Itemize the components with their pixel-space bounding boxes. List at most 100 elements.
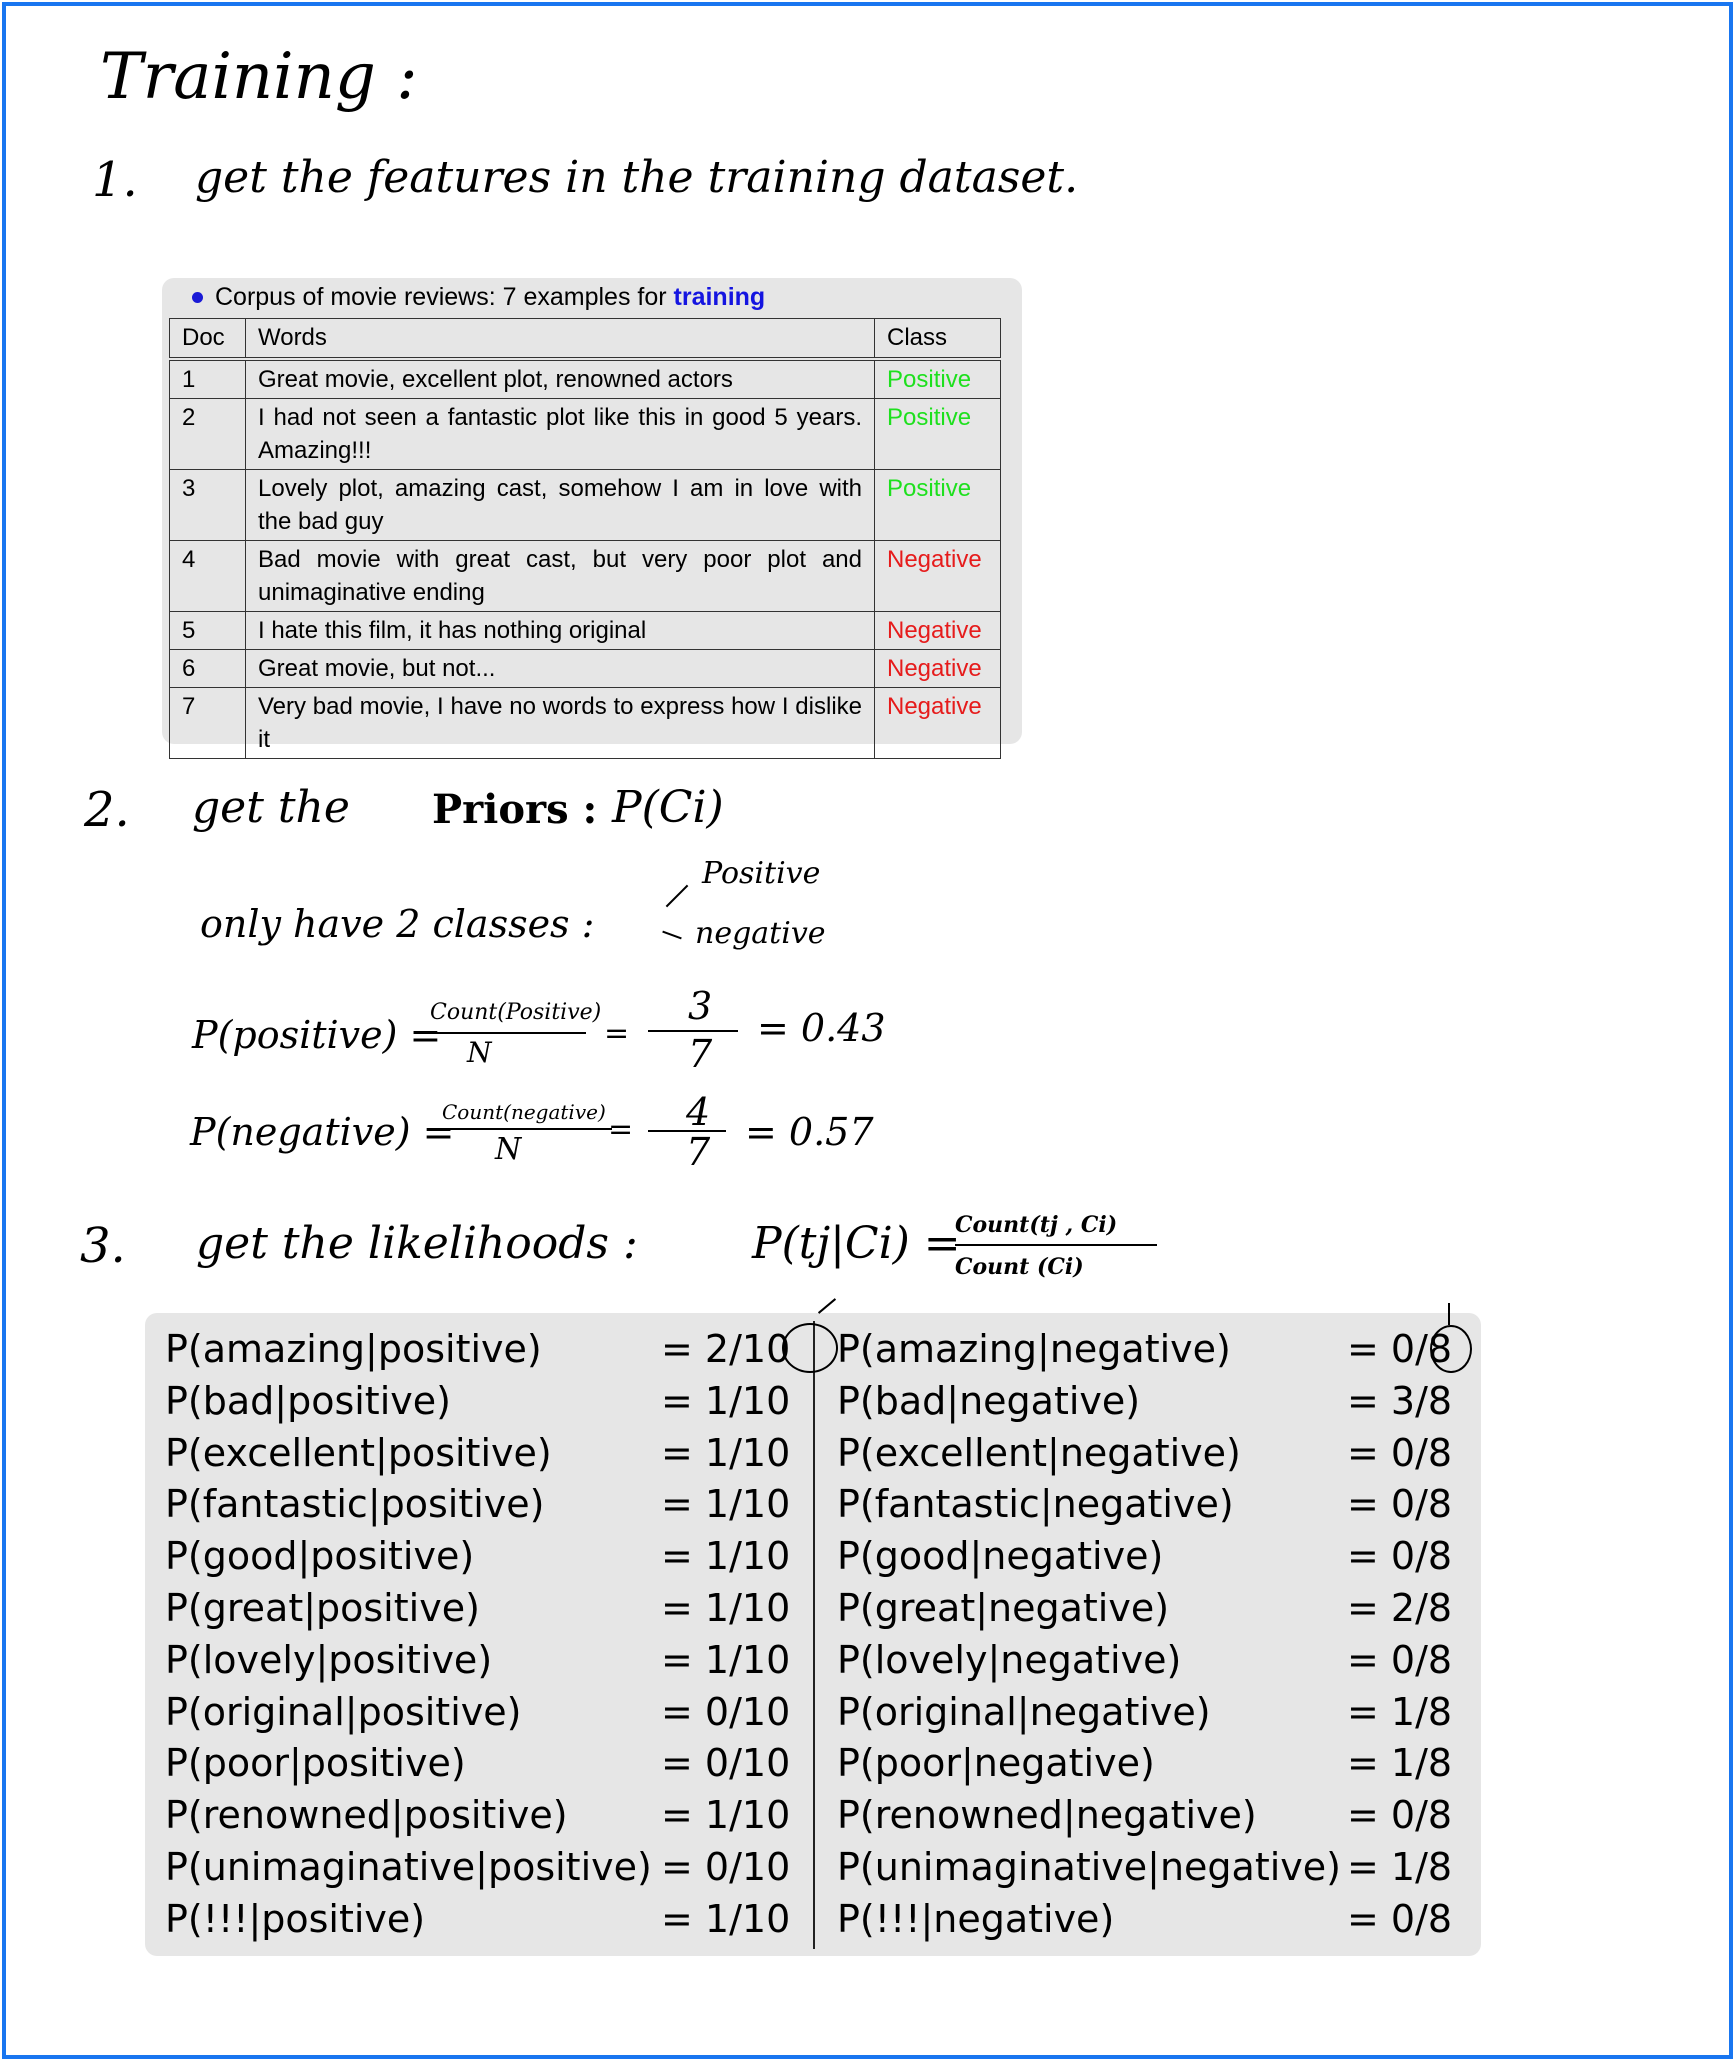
header-words: Words — [245, 318, 875, 360]
p-negative-frac-num: 4 — [686, 1090, 711, 1134]
table-row: 2I had not seen a fantastic plot like th… — [169, 398, 1001, 470]
page-title: Training : — [100, 40, 418, 114]
table-row: 1 Great movie, excellent plot, renowned a… — [169, 357, 1001, 399]
class-negative: negative — [695, 916, 826, 951]
step2-bold: Priors : — [432, 786, 598, 833]
doc-cell: 6 — [169, 649, 246, 688]
p-negative-result: = 0.57 — [745, 1110, 874, 1154]
likelihood-value-positive: = 1/10 — [661, 1637, 791, 1682]
class-cell: Negative — [874, 540, 1001, 612]
corpus-caption: Corpus of movie reviews: 7 examples for … — [192, 278, 765, 316]
likelihood-value-positive: = 2/10 — [661, 1327, 791, 1371]
words-cell: Bad movie with great cast, but very poor… — [245, 540, 875, 612]
step3-fraction-bar — [955, 1244, 1157, 1246]
p-positive-eq: = — [604, 1016, 630, 1051]
likelihood-term-positive: P(!!!|positive) — [165, 1896, 426, 1941]
likelihood-value-positive: = 1/10 — [661, 1378, 791, 1423]
class-cell: Positive — [874, 398, 1001, 470]
likelihood-value-positive: = 1/10 — [661, 1534, 791, 1579]
class-cell: Positive — [874, 357, 1001, 399]
p-positive-lhs: P(positive) = — [192, 1013, 442, 1057]
words-cell: I hate this film, it has nothing origina… — [245, 611, 875, 650]
words-cell: Lovely plot, amazing cast, somehow I am … — [245, 469, 875, 541]
likelihood-value-negative: = 0/8 — [1347, 1896, 1453, 1941]
likelihood-value-positive: = 0/10 — [661, 1741, 791, 1786]
step2-text: get the — [192, 782, 350, 833]
likelihood-term-negative: P(great|negative) — [837, 1586, 1170, 1630]
likelihood-term-positive: P(good|positive) — [165, 1534, 475, 1579]
likelihood-term-positive: P(great|positive) — [165, 1586, 480, 1630]
words-cell: Great movie, excellent plot, renowned ac… — [245, 357, 875, 399]
likelihood-value-positive: = 1/10 — [661, 1482, 791, 1527]
circle-annotation-10 — [782, 1323, 838, 1373]
step2-number: 2. — [84, 782, 130, 838]
table-row: 7 Very bad movie, I have no words to expr… — [169, 687, 1001, 759]
likelihood-value-positive: = 1/10 — [661, 1430, 791, 1475]
step3-number: 3. — [80, 1218, 126, 1274]
likelihood-term-negative: P(lovely|negative) — [837, 1637, 1182, 1682]
class-cell: Negative — [874, 687, 1001, 759]
likelihood-value-negative: = 0/8 — [1347, 1793, 1453, 1838]
likelihood-value-negative: = 0/8 — [1347, 1637, 1453, 1682]
corpus-box: Corpus of movie reviews: 7 examples for … — [162, 278, 1022, 759]
words-cell: Great movie, but not... — [245, 649, 875, 688]
table-row: 6 Great movie, but not... Negative — [169, 649, 1001, 688]
likelihood-term-positive: P(excellent|positive) — [165, 1430, 552, 1475]
likelihood-term-negative: P(poor|negative) — [837, 1741, 1155, 1786]
likelihood-value-negative: = 1/8 — [1347, 1741, 1453, 1786]
doc-cell: 1 — [169, 357, 246, 399]
likelihood-term-positive: P(poor|positive) — [165, 1741, 466, 1786]
p-negative-n: N — [495, 1132, 522, 1167]
header-doc: Doc — [169, 318, 246, 360]
annotation-tick-right — [1448, 1303, 1450, 1325]
likelihood-term-negative: P(amazing|negative) — [837, 1327, 1231, 1371]
likelihood-term-positive: P(fantastic|positive) — [165, 1482, 545, 1527]
likelihood-value-positive: = 0/10 — [661, 1845, 791, 1889]
likelihood-term-positive: P(bad|positive) — [165, 1378, 451, 1423]
likelihood-value-positive: = 1/10 — [661, 1586, 791, 1630]
p-negative-frac-den: 7 — [686, 1130, 711, 1174]
circle-annotation-8 — [1430, 1325, 1472, 1373]
p-positive-result: = 0.43 — [757, 1006, 886, 1050]
classes-text: only have 2 classes : — [200, 902, 595, 946]
p-negative-fraction-bar — [440, 1128, 612, 1130]
step2-formula: P(Ci) — [612, 782, 724, 833]
likelihood-term-negative: P(good|negative) — [837, 1534, 1164, 1579]
p-positive-frac-den: 7 — [688, 1032, 713, 1076]
likelihood-term-negative: P(fantastic|negative) — [837, 1482, 1234, 1527]
table-row: 4 Bad movie with great cast, but very poo… — [169, 540, 1001, 612]
likelihood-term-negative: P(excellent|negative) — [837, 1430, 1241, 1475]
likelihood-value-negative: = 2/8 — [1347, 1586, 1453, 1630]
step3-formula-num: Count(tj , Ci) — [955, 1212, 1118, 1238]
likelihood-term-negative: P(original|negative) — [837, 1689, 1211, 1734]
step3-formula-lhs: P(tj|Ci) = — [752, 1218, 961, 1269]
p-positive-n: N — [467, 1036, 492, 1069]
corpus-table: Doc Words Class 1 Great movie, excellent … — [169, 318, 1001, 759]
likelihoods-box: P(amazing|positive) = 2/10 P(bad|positive)… — [145, 1298, 1481, 1956]
step3-text: get the likelihoods : — [196, 1218, 638, 1269]
class-cell: Positive — [874, 469, 1001, 541]
header-class: Class — [874, 318, 1001, 360]
table-row: 5I hate this film, it has nothing origin… — [169, 611, 1001, 650]
likelihood-value-positive: = 1/10 — [661, 1793, 791, 1838]
class-cell: Negative — [874, 611, 1001, 650]
likelihood-value-negative: = 1/8 — [1347, 1689, 1453, 1734]
bullet-icon — [192, 291, 203, 303]
likelihood-value-negative: = 3/8 — [1347, 1378, 1453, 1423]
column-divider — [813, 1321, 815, 1949]
p-positive-frac-num: 3 — [688, 984, 713, 1028]
likelihood-value-positive: = 1/10 — [661, 1896, 791, 1941]
likelihood-term-positive: P(renowned|positive) — [165, 1793, 568, 1838]
likelihood-term-negative: P(unimaginative|negative) — [837, 1845, 1341, 1889]
likelihood-value-negative: = 0/8 — [1347, 1482, 1453, 1527]
corpus-caption-highlight: training — [673, 282, 766, 311]
doc-cell: 2 — [169, 398, 246, 470]
p-negative-lhs: P(negative) = — [190, 1110, 455, 1154]
step1-text: get the features in the training dataset… — [195, 152, 1079, 203]
words-cell: Very bad movie, I have no words to expre… — [245, 687, 875, 759]
likelihood-term-negative: P(!!!|negative) — [837, 1896, 1115, 1941]
doc-cell: 5 — [169, 611, 246, 650]
p-negative-count: Count(negative) — [442, 1100, 606, 1124]
step1-number: 1. — [92, 152, 138, 208]
class-positive: Positive — [702, 856, 821, 891]
